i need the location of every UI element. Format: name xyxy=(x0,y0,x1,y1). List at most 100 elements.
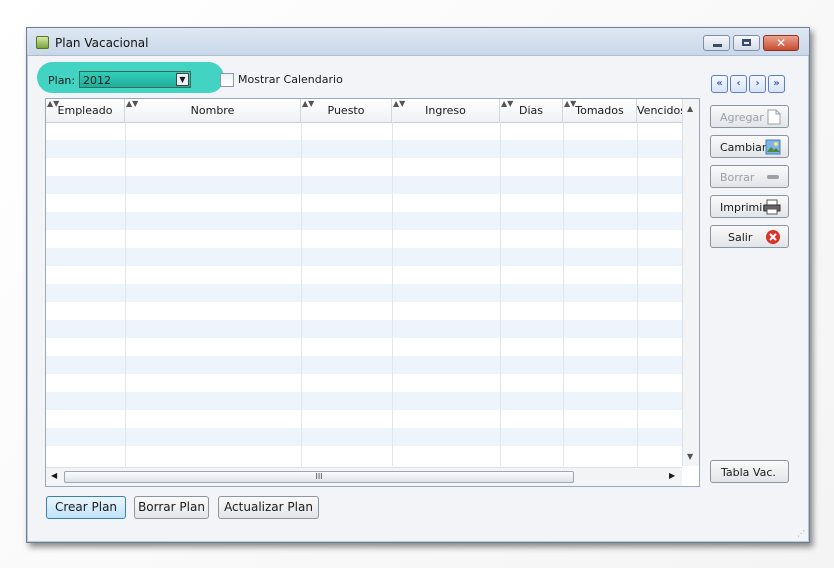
column-header-tomados[interactable]: ▲▼ Tomados xyxy=(563,99,637,122)
table-header: ▲▼ Empleado ▲▼ Nombre ▲▼ Puesto ▲▼ Ingreso ▲… xyxy=(46,99,686,123)
column-divider xyxy=(500,122,501,466)
column-label: Puesto xyxy=(327,104,365,117)
column-divider xyxy=(301,122,302,466)
sort-icon: ▲▼ xyxy=(302,99,315,108)
table-row[interactable] xyxy=(46,140,682,158)
minimize-button[interactable] xyxy=(703,35,730,51)
table-row[interactable] xyxy=(46,356,682,374)
table-row[interactable] xyxy=(46,122,682,140)
printer-icon xyxy=(763,199,781,215)
new-document-icon xyxy=(767,109,781,125)
right-icon: › xyxy=(755,78,760,89)
maximize-icon xyxy=(742,39,751,46)
column-label: Dias xyxy=(519,104,543,117)
table-body[interactable] xyxy=(46,122,682,466)
column-header-nombre[interactable]: ▲▼ Nombre xyxy=(125,99,301,122)
last-record-button[interactable]: » xyxy=(768,75,785,93)
horizontal-scrollbar[interactable]: ◀ III ▶ xyxy=(46,467,682,486)
table-row[interactable] xyxy=(46,158,682,176)
maximize-button[interactable] xyxy=(733,35,760,51)
vertical-scrollbar[interactable]: ▲ ▼ xyxy=(682,99,699,466)
column-header-ingreso[interactable]: ▲▼ Ingreso xyxy=(392,99,500,122)
minus-icon xyxy=(767,175,779,179)
agregar-button[interactable]: Agregar xyxy=(710,105,789,128)
table-row[interactable] xyxy=(46,176,682,194)
column-divider xyxy=(563,122,564,466)
column-label: Empleado xyxy=(57,104,113,117)
sort-icon: ▲▼ xyxy=(126,99,139,108)
table-row[interactable] xyxy=(46,248,682,266)
agregar-label: Agregar xyxy=(720,111,764,124)
table-row[interactable] xyxy=(46,266,682,284)
mostrar-calendario-checkbox[interactable] xyxy=(220,73,234,87)
horizontal-scroll-thumb[interactable]: III xyxy=(64,471,574,483)
column-label: Tomados xyxy=(575,104,624,117)
column-label: Vencidos xyxy=(637,104,686,117)
cambiar-label: Cambiar xyxy=(720,141,767,154)
table-row[interactable] xyxy=(46,374,682,392)
column-header-vencidos[interactable]: Vencidos xyxy=(637,99,686,122)
salir-button[interactable]: Salir xyxy=(710,225,789,248)
mostrar-calendario-label[interactable]: Mostrar Calendario xyxy=(238,73,343,86)
exit-icon xyxy=(766,230,780,244)
table-row[interactable] xyxy=(46,428,682,446)
column-label: Ingreso xyxy=(425,104,466,117)
tabla-vac-label: Tabla Vac. xyxy=(721,466,776,479)
sort-icon: ▲▼ xyxy=(501,99,514,108)
plan-table[interactable]: ▲▼ Empleado ▲▼ Nombre ▲▼ Puesto ▲▼ Ingreso ▲… xyxy=(45,98,700,487)
scroll-right-icon[interactable]: ▶ xyxy=(669,471,675,480)
chevron-down-icon[interactable]: ▼ xyxy=(176,73,189,86)
edit-picture-icon xyxy=(765,139,781,155)
sort-icon: ▲▼ xyxy=(47,99,60,108)
table-row[interactable] xyxy=(46,284,682,302)
app-icon xyxy=(36,36,49,49)
crear-plan-button[interactable]: Crear Plan xyxy=(46,496,126,519)
plan-vacacional-window: Plan Vacacional ✕ Plan: 2012 ▼ Mostrar C… xyxy=(26,27,810,543)
close-icon: ✕ xyxy=(776,36,787,50)
double-right-icon: » xyxy=(773,78,780,89)
table-row[interactable] xyxy=(46,212,682,230)
window-title: Plan Vacacional xyxy=(55,36,149,50)
scroll-left-icon[interactable]: ◀ xyxy=(51,471,57,480)
table-row[interactable] xyxy=(46,392,682,410)
borrar-plan-button[interactable]: Borrar Plan xyxy=(134,496,209,519)
plan-select-value: 2012 xyxy=(83,74,111,87)
imprimir-button[interactable]: Imprimir xyxy=(710,195,789,218)
previous-record-button[interactable]: ‹ xyxy=(730,75,747,93)
column-header-empleado[interactable]: ▲▼ Empleado xyxy=(46,99,125,122)
plan-label: Plan: xyxy=(48,74,76,87)
table-row[interactable] xyxy=(46,230,682,248)
table-row[interactable] xyxy=(46,410,682,428)
plan-select[interactable]: 2012 ▼ xyxy=(79,71,191,88)
tabla-vac-button[interactable]: Tabla Vac. xyxy=(710,460,789,483)
actualizar-plan-button[interactable]: Actualizar Plan xyxy=(218,496,319,519)
next-record-button[interactable]: › xyxy=(749,75,766,93)
column-label: Nombre xyxy=(190,104,235,117)
borrar-label: Borrar xyxy=(720,171,755,184)
resize-grip-icon[interactable]: ⋰ xyxy=(797,529,805,538)
column-header-dias[interactable]: ▲▼ Dias xyxy=(500,99,563,122)
table-row[interactable] xyxy=(46,338,682,356)
column-divider xyxy=(637,122,638,466)
table-row[interactable] xyxy=(46,194,682,212)
table-row[interactable] xyxy=(46,320,682,338)
imprimir-label: Imprimir xyxy=(720,201,767,214)
column-divider xyxy=(125,122,126,466)
column-divider xyxy=(392,122,393,466)
salir-label: Salir xyxy=(728,231,753,244)
left-icon: ‹ xyxy=(736,78,741,89)
borrar-button[interactable]: Borrar xyxy=(710,165,789,188)
table-row[interactable] xyxy=(46,302,682,320)
sort-icon: ▲▼ xyxy=(564,99,577,108)
scroll-up-icon[interactable]: ▲ xyxy=(687,104,693,113)
title-bar[interactable]: Plan Vacacional ✕ xyxy=(27,28,809,56)
sort-icon: ▲▼ xyxy=(393,99,406,108)
close-button[interactable]: ✕ xyxy=(763,35,799,51)
double-left-icon: « xyxy=(716,78,723,89)
table-row[interactable] xyxy=(46,446,682,464)
scroll-down-icon[interactable]: ▼ xyxy=(687,452,693,461)
column-header-puesto[interactable]: ▲▼ Puesto xyxy=(301,99,392,122)
minimize-icon xyxy=(713,44,722,47)
cambiar-button[interactable]: Cambiar xyxy=(710,135,789,158)
first-record-button[interactable]: « xyxy=(711,75,728,93)
